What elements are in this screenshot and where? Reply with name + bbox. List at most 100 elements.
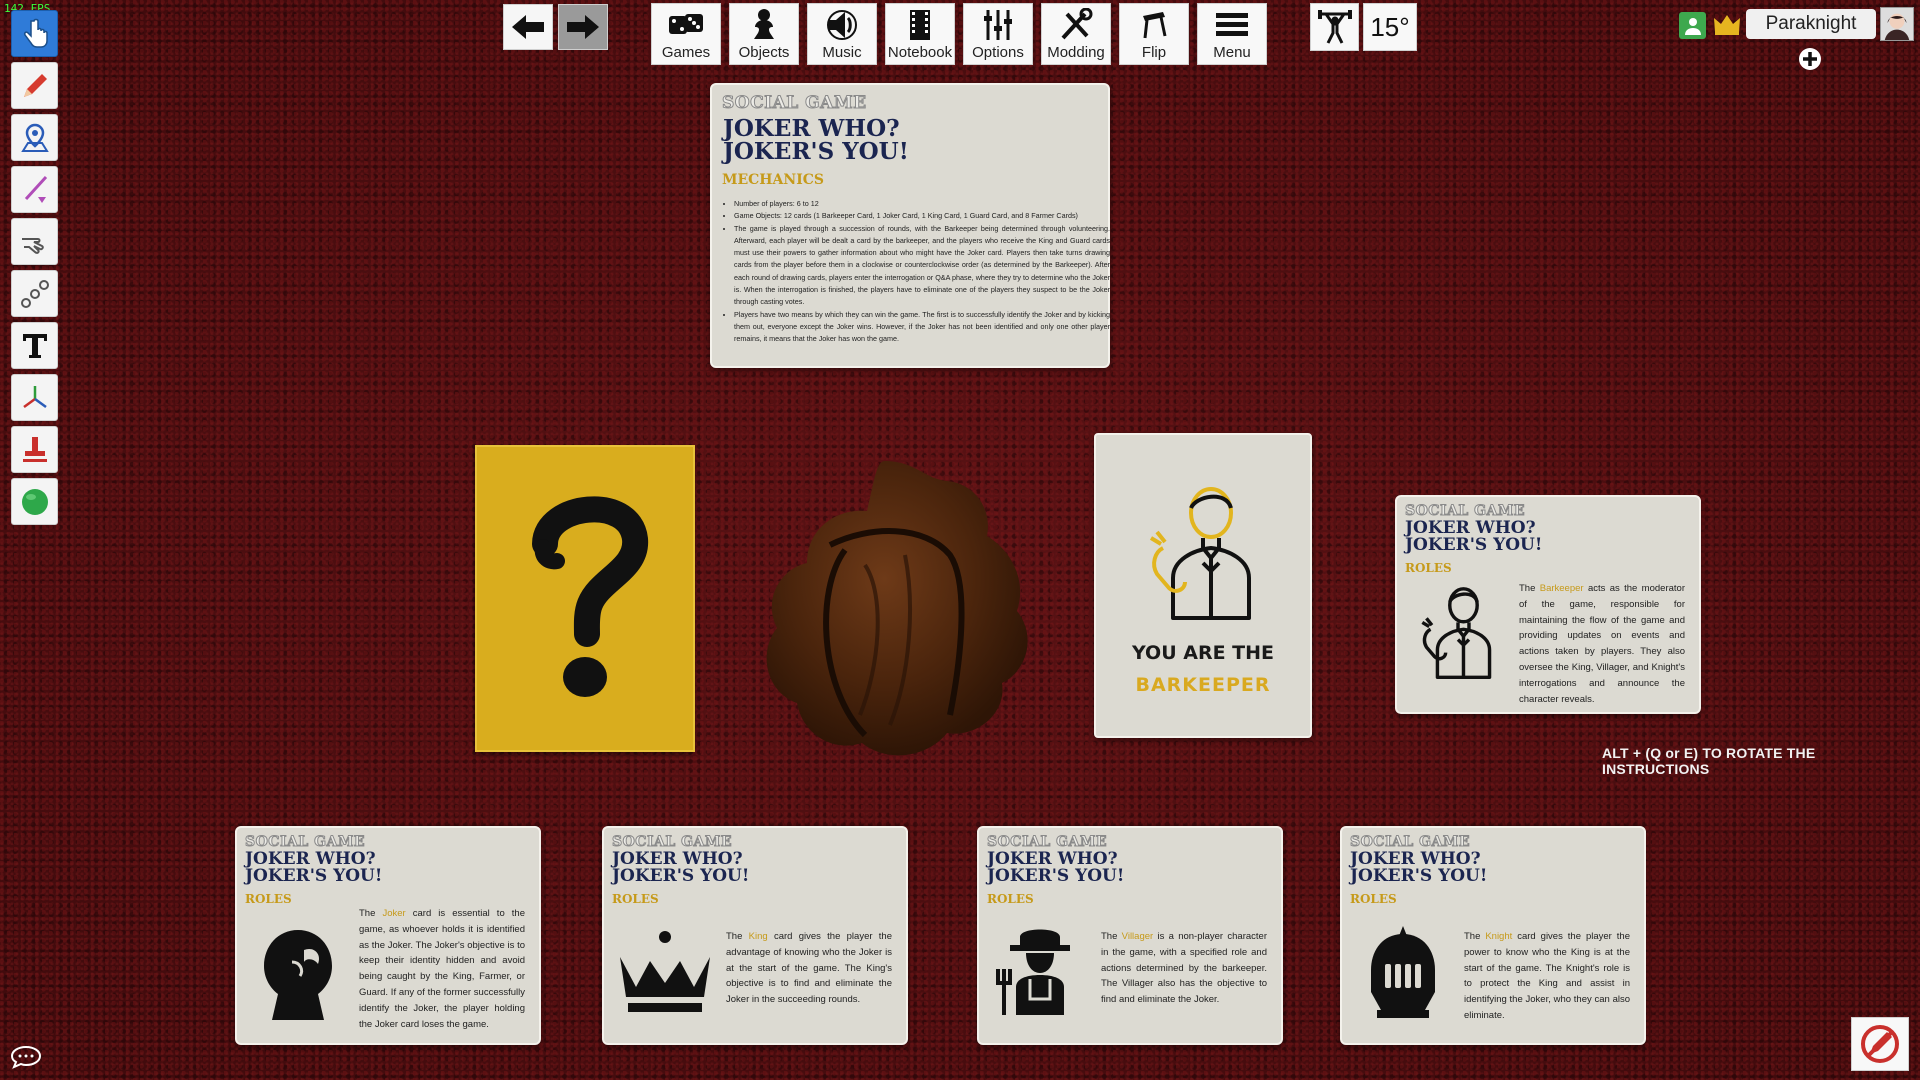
pawn-icon [754, 9, 774, 39]
pen-icon [23, 73, 47, 97]
lift-height-button[interactable] [1310, 3, 1359, 51]
joint-tool[interactable] [11, 270, 58, 317]
rotate-instructions-hint: ALT + (Q or E) TO ROTATE THE INSTRUCTION… [1602, 745, 1816, 777]
menu-button[interactable]: Menu [1197, 3, 1267, 65]
card-tag: SOCIAL GAME [1349, 834, 1471, 851]
film-icon [910, 10, 930, 40]
role-illustration [1409, 582, 1507, 680]
flip-label: Flip [1141, 44, 1167, 61]
menu-label: Menu [1213, 44, 1251, 61]
role-card-joker[interactable]: SOCIAL GAME JOKER WHO? JOKER'S YOU! ROLES… [235, 826, 541, 1045]
role-card-villager[interactable]: SOCIAL GAME JOKER WHO? JOKER'S YOU! ROLES… [977, 826, 1283, 1045]
card-section-heading: ROLES [987, 892, 1034, 906]
chat-button[interactable] [10, 1045, 42, 1069]
location-tool[interactable] [11, 114, 58, 161]
card-section-heading: ROLES [1350, 892, 1397, 906]
pointer-tool[interactable] [11, 10, 58, 57]
music-label: Music [822, 44, 862, 61]
mystery-card-back[interactable] [475, 445, 695, 752]
card-title: JOKER WHO? JOKER'S YOU! [987, 849, 1125, 887]
mechanics-item: Game Objects: 12 cards (1 Barkeeper Card… [734, 210, 1110, 222]
role-illustration [1354, 923, 1452, 1021]
barkeeper-reveal-line2: BARKEEPER [1135, 674, 1271, 696]
card-tag: SOCIAL GAME [986, 834, 1108, 851]
draw-tool[interactable] [11, 62, 58, 109]
mechanics-card[interactable]: SOCIAL GAME JOKER WHO? JOKER'S YOU! MECH… [710, 83, 1110, 368]
flick-tool[interactable] [11, 218, 58, 265]
role-card-knight[interactable]: SOCIAL GAME JOKER WHO? JOKER'S YOU! ROLES… [1340, 826, 1646, 1045]
role-illustration [991, 918, 1089, 1016]
tool-palette [11, 10, 60, 530]
undo-button[interactable] [503, 4, 553, 50]
card-title: JOKER WHO? JOKER'S YOU! [723, 115, 909, 166]
role-card-king[interactable]: SOCIAL GAME JOKER WHO? JOKER'S YOU! ROLES… [602, 826, 908, 1045]
hamburger-icon [1216, 13, 1248, 36]
ball-icon [21, 488, 48, 515]
options-label: Options [972, 44, 1024, 61]
ball-tool[interactable] [11, 478, 58, 525]
mechanics-list: Number of players: 6 to 12 Game Objects:… [722, 198, 1110, 346]
crown-icon [620, 931, 710, 1012]
avatar[interactable] [1880, 7, 1914, 41]
speaker-icon [827, 10, 857, 40]
gizmo-icon [22, 385, 47, 408]
card-tag: SOCIAL GAME [722, 93, 867, 114]
role-description: The Villager is a non-player character i… [1101, 931, 1267, 1006]
objects-button[interactable]: Objects [729, 3, 799, 65]
modding-label: Modding [1047, 44, 1105, 61]
barkeeper-card[interactable]: YOU ARE THE BARKEEPER [1094, 433, 1312, 738]
notebook-label: Notebook [887, 44, 953, 61]
add-player-button[interactable] [1798, 47, 1822, 71]
card-section-heading: ROLES [1405, 561, 1452, 575]
role-card-barkeeper[interactable]: SOCIAL GAME JOKER WHO? JOKER'S YOU! ROLES… [1395, 495, 1701, 714]
bag-icon [766, 461, 1028, 756]
line-tool[interactable] [11, 166, 58, 213]
arrow-right-icon [567, 15, 599, 39]
role-illustration [616, 923, 714, 1021]
music-button[interactable]: Music [807, 3, 877, 65]
stamp-tool[interactable] [11, 426, 58, 473]
gizmo-tool[interactable] [11, 374, 58, 421]
barkeeper-icon [1149, 486, 1251, 620]
barkeeper-reveal-line1: YOU ARE THE [1131, 642, 1275, 664]
redo-button[interactable] [558, 4, 608, 50]
mechanics-item: Players have two means by which they can… [734, 309, 1110, 346]
rotation-angle-button[interactable]: 15° [1363, 3, 1417, 51]
table-flip-icon [1143, 12, 1167, 39]
joker-icon [264, 930, 332, 1020]
farmer-icon [996, 929, 1070, 1015]
chat-bubble-icon [10, 1045, 42, 1069]
card-section-heading: ROLES [612, 892, 659, 906]
dice-icon [669, 14, 703, 34]
card-section-heading: ROLES [245, 892, 292, 906]
location-pin-icon [20, 123, 49, 152]
user-icon [1684, 17, 1701, 35]
options-button[interactable]: Options [963, 3, 1033, 65]
weightlifter-icon [1317, 10, 1352, 44]
arrow-left-icon [512, 15, 544, 39]
player-color-badge[interactable] [1679, 12, 1706, 39]
card-title: JOKER WHO? JOKER'S YOU! [1405, 518, 1543, 556]
card-title: JOKER WHO? JOKER'S YOU! [1350, 849, 1488, 887]
player-name[interactable]: Paraknight [1746, 9, 1876, 39]
no-draw-toggle-button[interactable] [1851, 1017, 1909, 1071]
role-description: The Joker card is essential to the game,… [359, 908, 525, 1030]
text-icon [22, 333, 47, 358]
card-tag: SOCIAL GAME [1404, 503, 1526, 520]
card-tag: SOCIAL GAME [244, 834, 366, 851]
joint-icon [20, 279, 49, 308]
notebook-button[interactable]: Notebook [885, 3, 955, 65]
host-crown-icon [1714, 15, 1740, 35]
card-section-heading: MECHANICS [722, 172, 824, 188]
plus-circle-icon [1799, 48, 1821, 70]
dice-bag[interactable] [735, 455, 1050, 775]
games-button[interactable]: Games [651, 3, 721, 65]
no-pen-icon [1861, 1025, 1899, 1063]
modding-button[interactable]: Modding [1041, 3, 1111, 65]
stamp-icon [22, 436, 47, 462]
line-tool-icon [24, 175, 47, 203]
games-label: Games [661, 44, 711, 61]
text-tool[interactable] [11, 322, 58, 369]
flip-button[interactable]: Flip [1119, 3, 1189, 65]
barkeeper-illustration [1130, 475, 1276, 625]
